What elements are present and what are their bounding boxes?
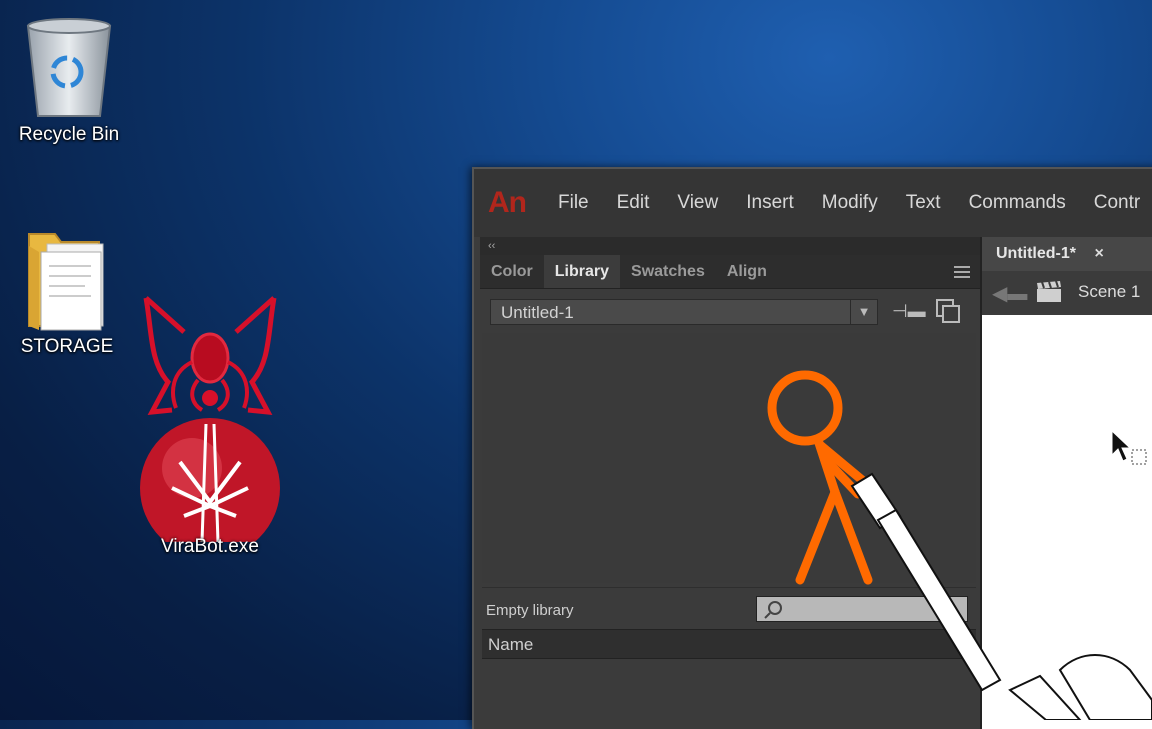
library-status-text: Empty library bbox=[486, 602, 574, 619]
desktop-icon-recycle-bin[interactable]: Recycle Bin bbox=[14, 16, 124, 146]
pin-icon[interactable]: ⊣▬ bbox=[892, 301, 926, 322]
menu-view[interactable]: View bbox=[677, 192, 718, 214]
app-logo: An bbox=[488, 186, 527, 219]
menu-modify[interactable]: Modify bbox=[822, 192, 878, 214]
library-search-field[interactable] bbox=[756, 596, 968, 622]
menu-edit[interactable]: Edit bbox=[617, 192, 650, 214]
virabot-spider-icon bbox=[140, 296, 280, 542]
mouse-cursor-icon bbox=[1111, 429, 1147, 465]
tab-align[interactable]: Align bbox=[716, 255, 778, 288]
document-tab-bar: Untitled-1* × bbox=[982, 237, 1152, 271]
library-name-column-header[interactable]: Name bbox=[482, 629, 976, 659]
menu-insert[interactable]: Insert bbox=[746, 192, 794, 214]
panel-collapse-button[interactable]: ‹‹ bbox=[480, 237, 980, 255]
edit-bar: ◀▬ Scene 1 bbox=[982, 271, 1152, 313]
menu-commands[interactable]: Commands bbox=[969, 192, 1066, 214]
menu-file[interactable]: File bbox=[558, 192, 589, 214]
library-panel: ‹‹ Color Library Swatches Align Untitled… bbox=[480, 237, 982, 729]
panel-menu-icon[interactable] bbox=[954, 263, 970, 281]
library-preview-area bbox=[482, 333, 976, 583]
desktop-icon-label: STORAGE bbox=[20, 336, 114, 357]
back-arrow-icon[interactable]: ◀▬ bbox=[992, 281, 1027, 306]
library-search-input[interactable] bbox=[789, 597, 963, 621]
document-tab-title: Untitled-1* bbox=[996, 245, 1076, 262]
desktop-icon-label: ViraBot.exe bbox=[161, 536, 259, 557]
library-select-value: Untitled-1 bbox=[501, 303, 574, 322]
menu-text[interactable]: Text bbox=[906, 192, 941, 214]
desktop-icon-label: Recycle Bin bbox=[18, 124, 120, 145]
menu-control[interactable]: Contr bbox=[1094, 192, 1140, 214]
stage-canvas[interactable] bbox=[982, 315, 1152, 729]
tab-color[interactable]: Color bbox=[480, 255, 544, 288]
search-icon bbox=[764, 601, 782, 619]
recycle-bin-icon bbox=[26, 18, 112, 117]
desktop-icon-storage[interactable]: STORAGE bbox=[12, 226, 122, 358]
close-icon[interactable]: × bbox=[1094, 245, 1103, 262]
menu-bar: An File Edit View Insert Modify Text Com… bbox=[474, 169, 1152, 237]
desktop-icon-virabot[interactable]: ViraBot.exe bbox=[132, 292, 288, 558]
library-document-select[interactable]: Untitled-1 ▼ bbox=[490, 299, 878, 325]
panel-tabs: Color Library Swatches Align bbox=[480, 255, 980, 289]
document-tab[interactable]: Untitled-1* × bbox=[982, 237, 1152, 271]
animate-window: An File Edit View Insert Modify Text Com… bbox=[472, 167, 1152, 729]
tab-swatches[interactable]: Swatches bbox=[620, 255, 716, 288]
library-status-row: Empty library bbox=[482, 587, 976, 628]
tab-library[interactable]: Library bbox=[543, 255, 621, 288]
chevron-down-icon: ▼ bbox=[850, 300, 877, 324]
clapperboard-icon bbox=[1037, 281, 1061, 302]
new-library-panel-icon[interactable] bbox=[936, 299, 960, 323]
folder-icon bbox=[28, 233, 104, 331]
scene-label[interactable]: Scene 1 bbox=[1078, 282, 1140, 302]
